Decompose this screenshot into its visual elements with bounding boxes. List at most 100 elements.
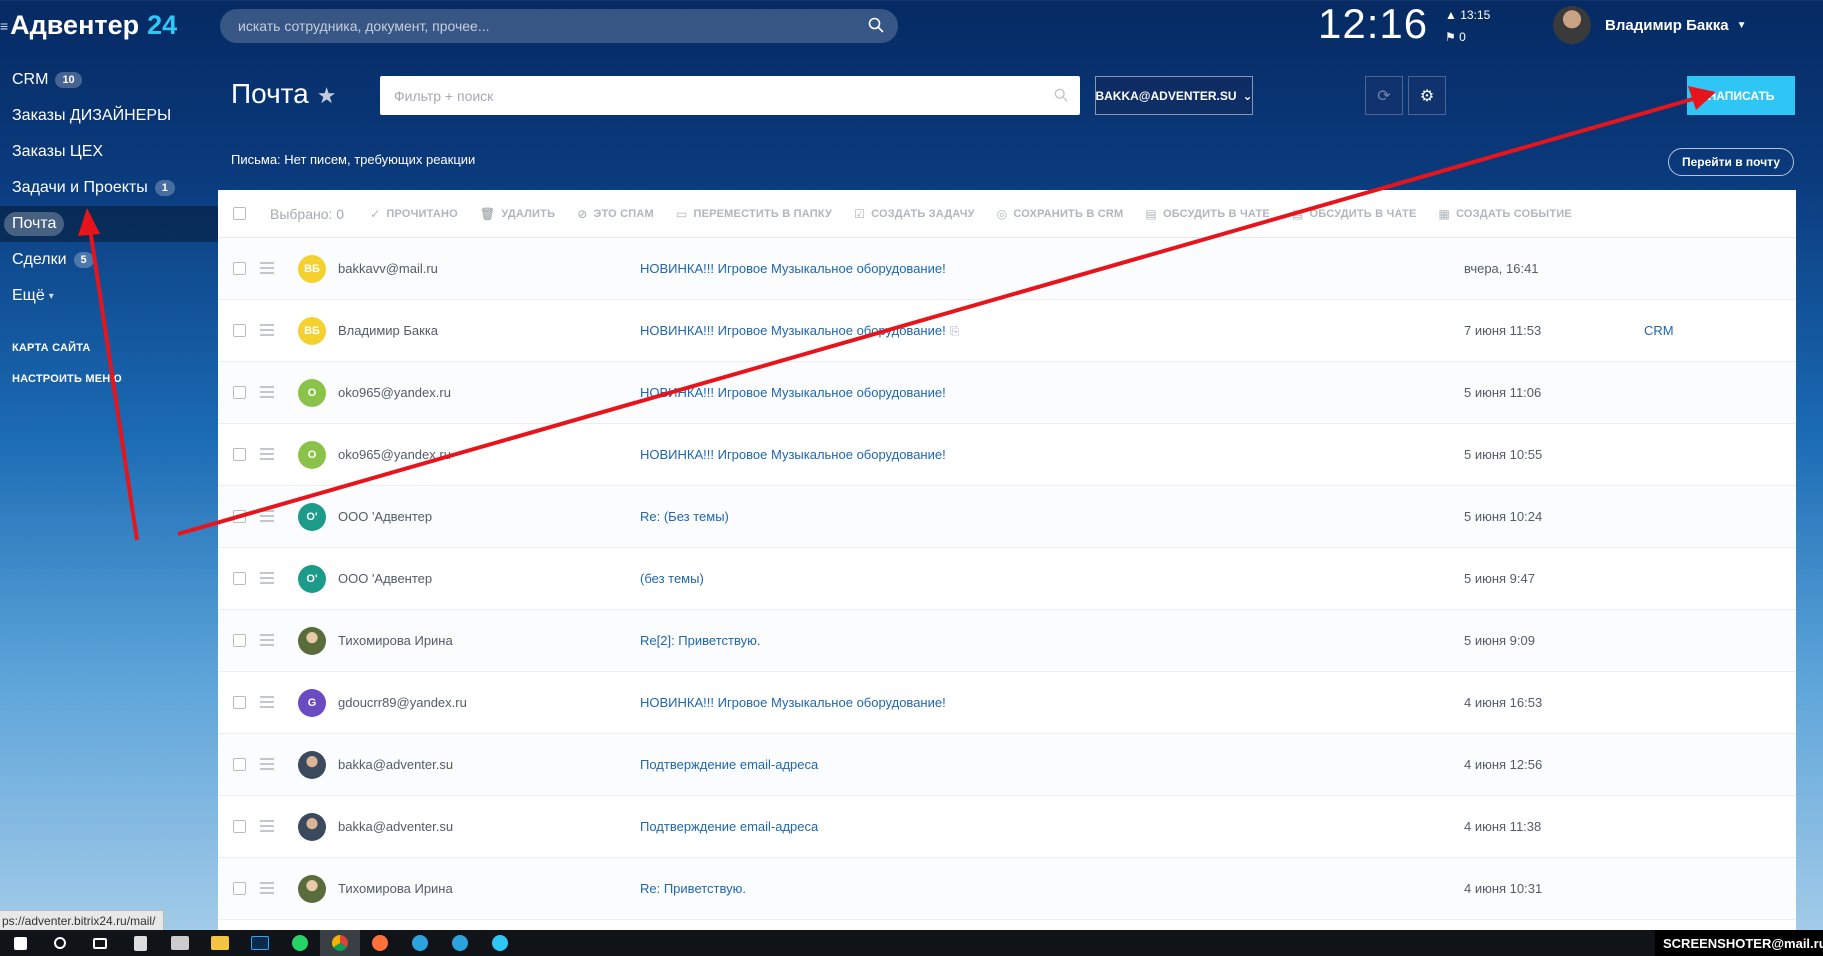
header-stats[interactable]: ▲ 13:15 ⚑ 0 bbox=[1445, 4, 1490, 48]
message-subject-text[interactable]: НОВИНКА!!! Игровое Музыкальное оборудова… bbox=[640, 385, 946, 400]
star-icon[interactable]: ★ bbox=[317, 83, 337, 108]
discuss-chat-action-2[interactable]: ▤ ОБСУДИТЬ В ЧАТЕ bbox=[1292, 207, 1417, 221]
row-checkbox[interactable] bbox=[233, 262, 246, 275]
telegram-icon[interactable] bbox=[400, 930, 440, 956]
task-view-icon[interactable] bbox=[80, 930, 120, 956]
menu-icon[interactable]: ≡ bbox=[0, 18, 8, 34]
table-row[interactable]: O' ООО 'Адвентер Re: (Без темы) 5 июня 10:2… bbox=[218, 486, 1796, 548]
select-all-checkbox[interactable] bbox=[233, 207, 246, 220]
row-checkbox[interactable] bbox=[233, 820, 246, 833]
message-subject[interactable]: НОВИНКА!!! Игровое Музыкальное оборудова… bbox=[640, 323, 959, 339]
drag-handle-icon[interactable] bbox=[260, 510, 274, 525]
drag-handle-icon[interactable] bbox=[260, 696, 274, 711]
sidebar-item-orders-workshop[interactable]: Заказы ЦЕХ bbox=[0, 134, 218, 170]
message-sender[interactable]: bakkavv@mail.ru bbox=[338, 261, 438, 276]
message-sender[interactable]: oko965@yandex.ru bbox=[338, 385, 451, 400]
firefox-icon[interactable] bbox=[360, 930, 400, 956]
message-subject[interactable]: Re: Приветствую. bbox=[640, 881, 746, 896]
photoshop-icon[interactable] bbox=[240, 930, 280, 956]
message-subject-text[interactable]: НОВИНКА!!! Игровое Музыкальное оборудова… bbox=[640, 261, 946, 276]
message-sender[interactable]: bakka@adventer.su bbox=[338, 819, 453, 834]
message-subject[interactable]: (без темы) bbox=[640, 571, 704, 586]
refresh-button[interactable]: ⟳ bbox=[1365, 76, 1403, 115]
message-subject-text[interactable]: Re: Приветствую. bbox=[640, 881, 746, 896]
sidebar-item-crm[interactable]: CRM 10 bbox=[0, 62, 218, 98]
create-event-action[interactable]: ▦ СОЗДАТЬ СОБЫТИЕ bbox=[1439, 207, 1572, 221]
drag-handle-icon[interactable] bbox=[260, 386, 274, 401]
message-subject-text[interactable]: НОВИНКА!!! Игровое Музыкальное оборудова… bbox=[640, 695, 946, 710]
user-menu[interactable]: Владимир Бакка ▼ bbox=[1553, 6, 1746, 44]
message-subject[interactable]: НОВИНКА!!! Игровое Музыкальное оборудова… bbox=[640, 695, 946, 710]
sidebar-item-orders-designers[interactable]: Заказы ДИЗАЙНЕРЫ bbox=[0, 98, 218, 134]
row-checkbox[interactable] bbox=[233, 882, 246, 895]
settings-button[interactable]: ⚙ bbox=[1408, 76, 1446, 115]
brand-logo[interactable]: ≡ Адвентер 24 bbox=[0, 10, 177, 41]
row-checkbox[interactable] bbox=[233, 324, 246, 337]
search-icon[interactable] bbox=[40, 930, 80, 956]
drag-handle-icon[interactable] bbox=[260, 882, 274, 897]
message-subject-text[interactable]: НОВИНКА!!! Игровое Музыкальное оборудова… bbox=[640, 323, 946, 338]
clock[interactable]: 12:16 bbox=[1318, 0, 1428, 48]
telegram-icon-2[interactable] bbox=[440, 930, 480, 956]
whatsapp-icon[interactable] bbox=[280, 930, 320, 956]
printer-icon[interactable] bbox=[160, 930, 200, 956]
row-checkbox[interactable] bbox=[233, 510, 246, 523]
crm-link[interactable]: CRM bbox=[1644, 323, 1674, 338]
table-row[interactable]: O' ООО 'Адвентер (без темы) 5 июня 9:47 bbox=[218, 548, 1796, 610]
table-row[interactable]: Ooko965@yandex.ru НОВИНКА!!! Игровое Музы… bbox=[218, 424, 1796, 486]
table-row[interactable]: bakka@adventer.su Подтверждение email-адр… bbox=[218, 796, 1796, 858]
drag-handle-icon[interactable] bbox=[260, 572, 274, 587]
windows-start-icon[interactable] bbox=[0, 930, 40, 956]
drag-handle-icon[interactable] bbox=[260, 758, 274, 773]
compose-button[interactable]: НАПИСАТЬ bbox=[1687, 76, 1795, 115]
message-sender[interactable]: Владимир Бакка bbox=[338, 323, 438, 338]
row-checkbox[interactable] bbox=[233, 572, 246, 585]
row-checkbox[interactable] bbox=[233, 386, 246, 399]
message-sender[interactable]: Тихомирова Ирина bbox=[338, 633, 453, 648]
message-subject-text[interactable]: Re: (Без темы) bbox=[640, 509, 729, 524]
message-subject[interactable]: Подтверждение email-адреса bbox=[640, 757, 818, 772]
message-subject-text[interactable]: НОВИНКА!!! Игровое Музыкальное оборудова… bbox=[640, 447, 946, 462]
table-row[interactable]: Ggdoucrr89@yandex.ru НОВИНКА!!! Игровое М… bbox=[218, 672, 1796, 734]
create-task-action[interactable]: ☑ СОЗДАТЬ ЗАДАЧУ bbox=[854, 207, 975, 221]
row-checkbox[interactable] bbox=[233, 758, 246, 771]
row-checkbox[interactable] bbox=[233, 696, 246, 709]
explorer-icon[interactable] bbox=[200, 930, 240, 956]
message-subject-text[interactable]: (без темы) bbox=[640, 571, 704, 586]
message-subject-text[interactable]: Re[2]: Приветствую. bbox=[640, 633, 760, 648]
drag-handle-icon[interactable] bbox=[260, 262, 274, 277]
message-sender[interactable]: Тихомирова Ирина bbox=[338, 881, 453, 896]
message-sender[interactable]: gdoucrr89@yandex.ru bbox=[338, 695, 467, 710]
sidebar-item-tasks[interactable]: Задачи и Проекты 1 bbox=[0, 170, 218, 206]
calculator-icon[interactable] bbox=[120, 930, 160, 956]
global-search-input[interactable]: искать сотрудника, документ, прочее... bbox=[220, 9, 898, 43]
table-row[interactable]: ВБ bakkavv@mail.ru НОВИНКА!!! Игровое Музы… bbox=[218, 238, 1796, 300]
table-row[interactable]: Тихомирова Ирина Re[2]: Приветствую. 5 июн… bbox=[218, 610, 1796, 672]
sidebar-item-more[interactable]: Ещё ▾ bbox=[0, 278, 218, 314]
mailbox-select-button[interactable]: BAKKA@ADVENTER.SU ⌄ bbox=[1095, 76, 1253, 115]
message-subject-text[interactable]: Подтверждение email-адреса bbox=[640, 819, 818, 834]
table-row[interactable]: Ooko965@yandex.ru НОВИНКА!!! Игровое Музы… bbox=[218, 362, 1796, 424]
filter-search-input[interactable]: Фильтр + поиск bbox=[380, 76, 1080, 115]
drag-handle-icon[interactable] bbox=[260, 820, 274, 835]
search-icon[interactable] bbox=[868, 17, 884, 33]
bitrix24-icon[interactable] bbox=[480, 930, 520, 956]
drag-handle-icon[interactable] bbox=[260, 324, 274, 339]
save-crm-action[interactable]: ◎ СОХРАНИТЬ В CRM bbox=[997, 207, 1124, 221]
sitemap-link[interactable]: КАРТА САЙТА bbox=[0, 332, 218, 363]
message-sender[interactable]: ООО 'Адвентер bbox=[338, 509, 432, 524]
message-subject[interactable]: Re: (Без темы) bbox=[640, 509, 729, 524]
mark-read-action[interactable]: ✓ ПРОЧИТАНО bbox=[370, 207, 458, 221]
delete-action[interactable]: 🗑 УДАЛИТЬ bbox=[480, 207, 555, 221]
drag-handle-icon[interactable] bbox=[260, 634, 274, 649]
sidebar-item-deals[interactable]: Сделки 5 bbox=[0, 242, 218, 278]
drag-handle-icon[interactable] bbox=[260, 448, 274, 463]
row-checkbox[interactable] bbox=[233, 634, 246, 647]
message-subject[interactable]: НОВИНКА!!! Игровое Музыкальное оборудова… bbox=[640, 447, 946, 462]
spam-action[interactable]: ⊘ ЭТО СПАМ bbox=[577, 207, 654, 221]
message-sender[interactable]: ООО 'Адвентер bbox=[338, 571, 432, 586]
discuss-chat-action[interactable]: ▤ ОБСУДИТЬ В ЧАТЕ bbox=[1145, 207, 1270, 221]
message-subject[interactable]: НОВИНКА!!! Игровое Музыкальное оборудова… bbox=[640, 261, 946, 276]
table-row[interactable]: bakka@adventer.su Подтверждение email-адр… bbox=[218, 734, 1796, 796]
table-row[interactable]: ВБ Владимир Бакка НОВИНКА!!! Игровое Музык… bbox=[218, 300, 1796, 362]
